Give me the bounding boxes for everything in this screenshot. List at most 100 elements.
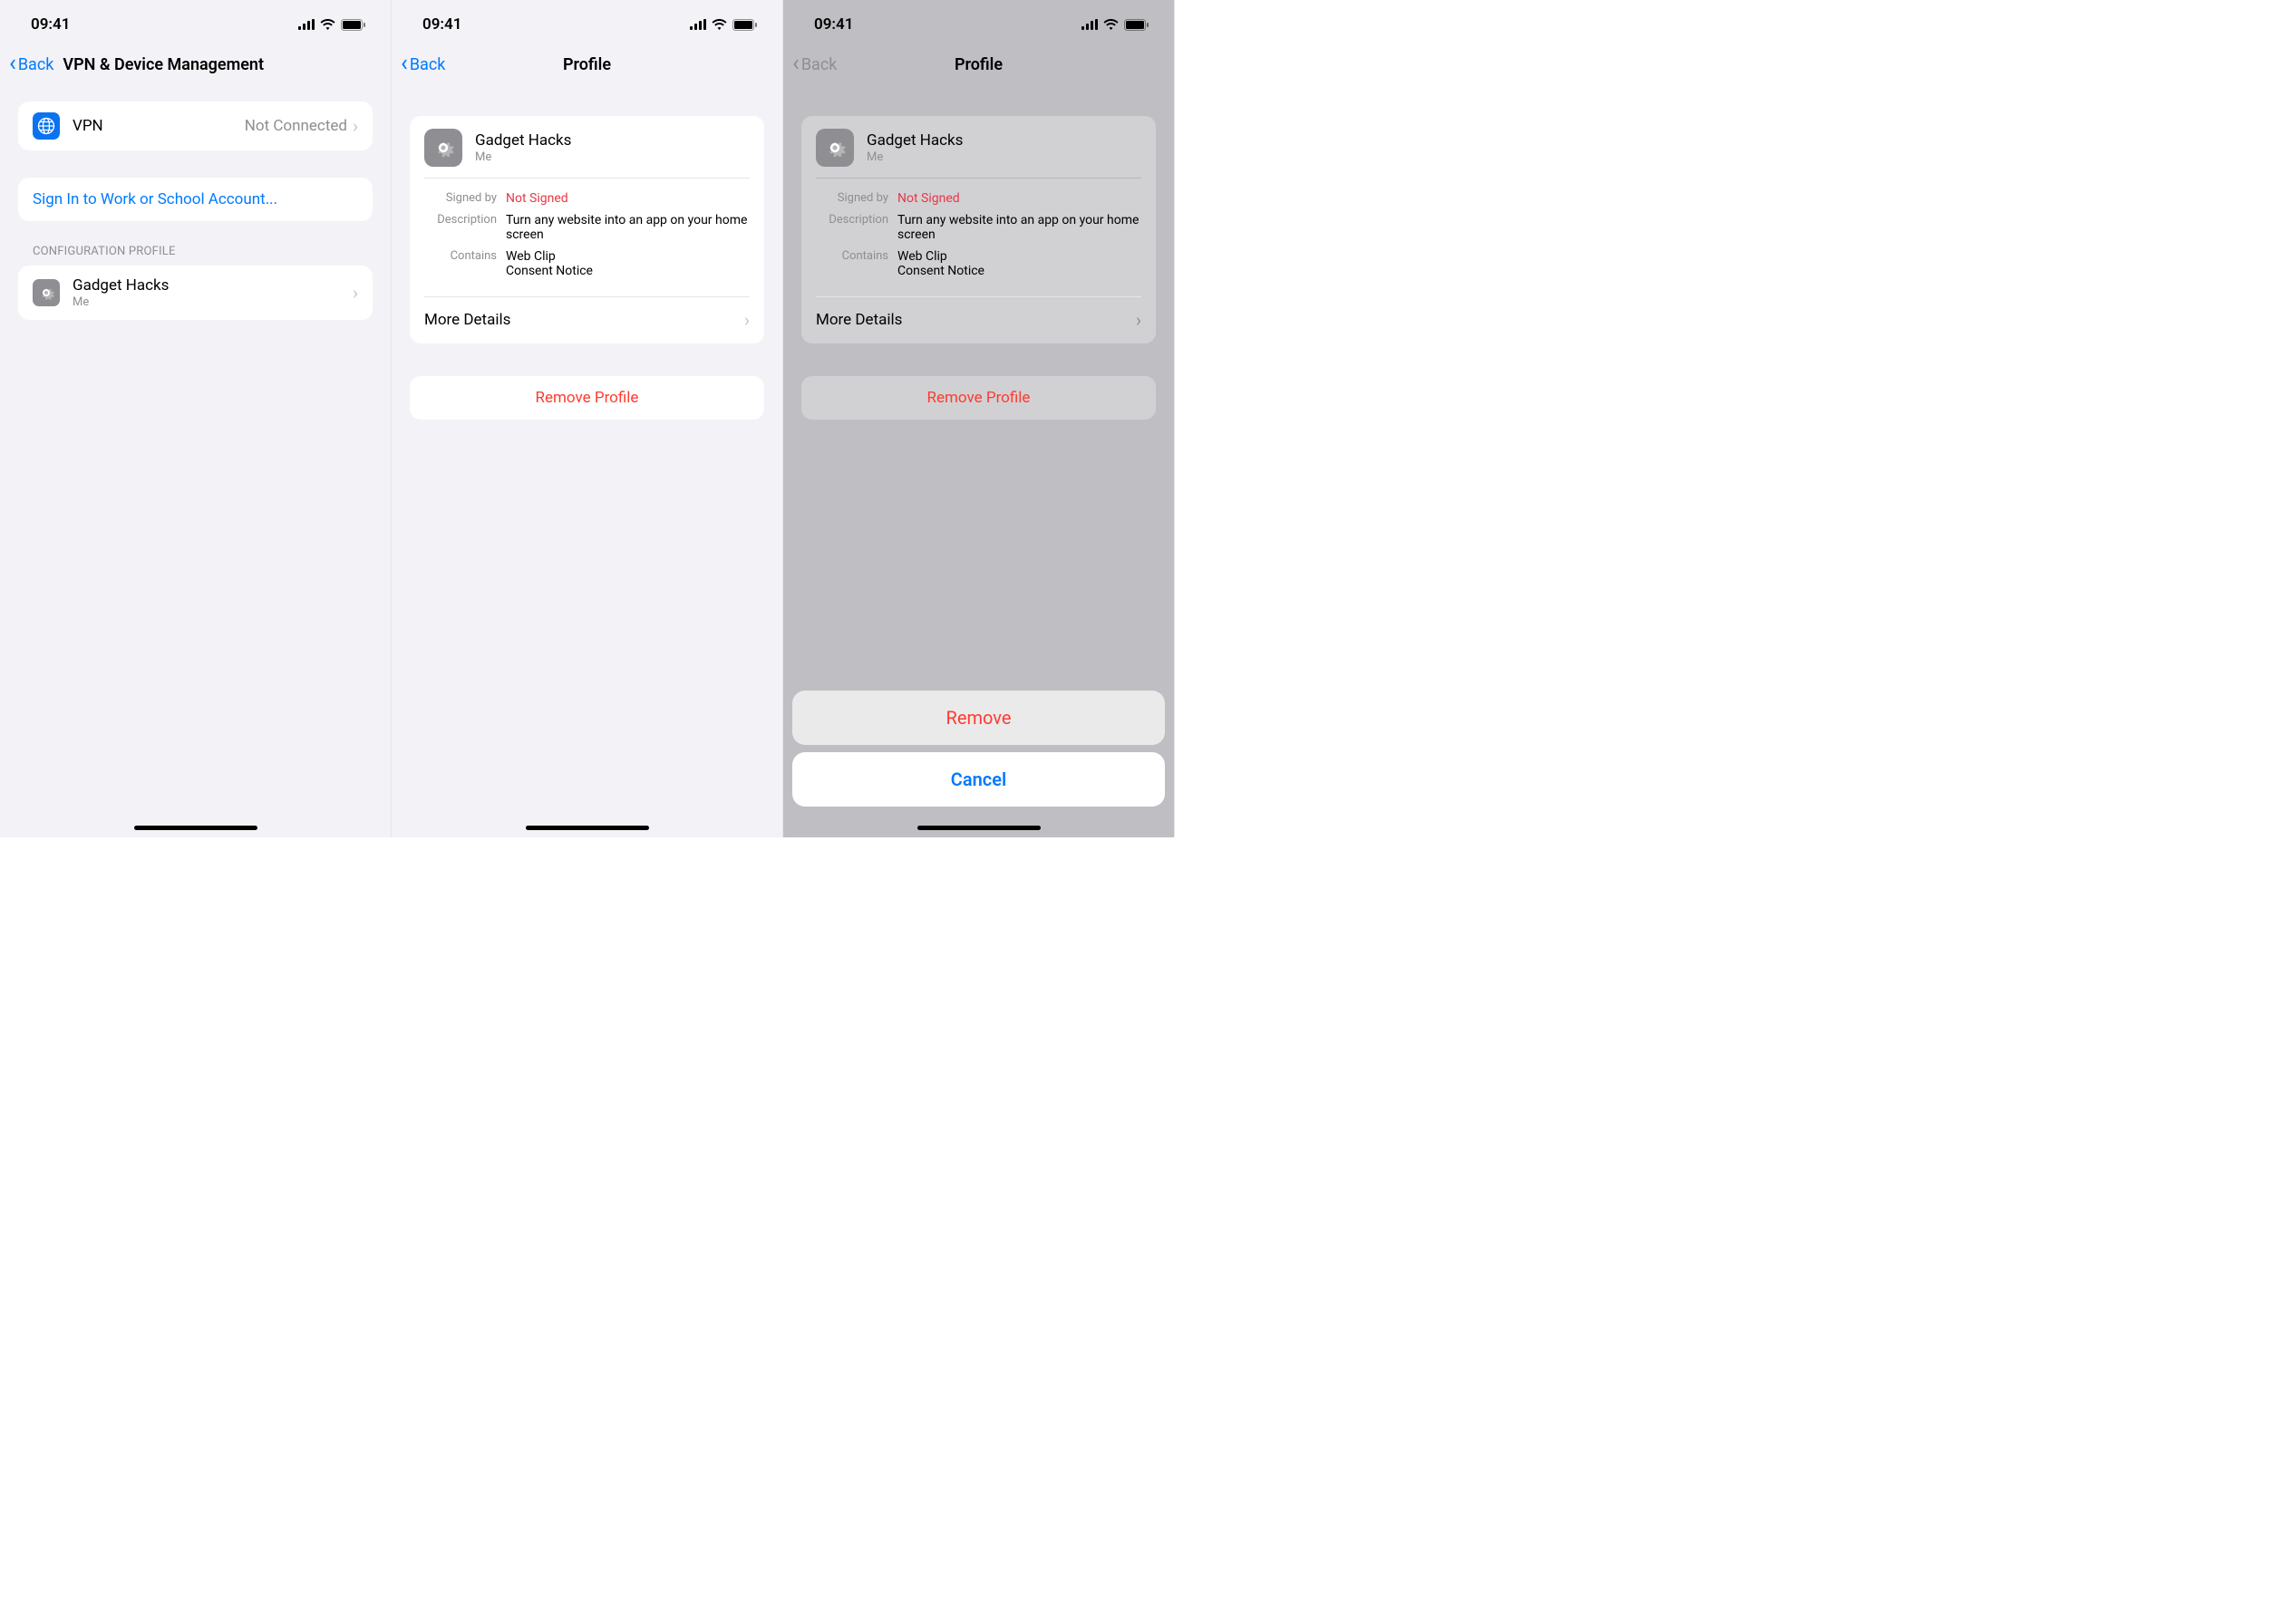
more-details-label: More Details xyxy=(424,311,510,329)
more-details-button: More Details › xyxy=(801,296,1156,343)
signin-card: Sign In to Work or School Account... xyxy=(18,178,373,221)
gear-icon xyxy=(424,129,462,167)
home-indicator[interactable] xyxy=(134,826,257,830)
wifi-icon xyxy=(712,19,727,30)
nav-bar: ‹ Back VPN & Device Management xyxy=(0,44,391,85)
profile-author: Me xyxy=(867,150,963,164)
more-details-label: More Details xyxy=(816,311,902,329)
more-details-button[interactable]: More Details › xyxy=(410,296,764,343)
back-label: Back xyxy=(410,55,446,74)
signin-button[interactable]: Sign In to Work or School Account... xyxy=(18,178,373,221)
page-title: Profile xyxy=(392,55,782,74)
gear-icon xyxy=(33,279,60,306)
cellular-icon xyxy=(1081,19,1098,30)
back-label: Back xyxy=(801,55,838,74)
globe-icon xyxy=(33,112,60,140)
chevron-right-icon: › xyxy=(353,115,358,137)
divider xyxy=(424,178,750,179)
description-label: Description xyxy=(816,213,888,242)
description-value: Turn any website into an app on your hom… xyxy=(506,213,750,242)
contains-label: Contains xyxy=(816,249,888,278)
cellular-icon xyxy=(690,19,706,30)
vpn-label: VPN xyxy=(73,117,245,135)
chevron-left-icon: ‹ xyxy=(792,52,800,75)
divider xyxy=(816,178,1141,179)
remove-profile-label: Remove Profile xyxy=(536,389,639,407)
profile-header: Gadget Hacks Me xyxy=(801,116,1156,178)
description-label: Description xyxy=(424,213,497,242)
signed-by-label: Signed by xyxy=(424,191,497,206)
profile-author: Me xyxy=(73,295,353,309)
page-title: Profile xyxy=(783,55,1174,74)
sheet-remove-button[interactable]: Remove xyxy=(792,691,1165,745)
remove-profile-label: Remove Profile xyxy=(927,389,1031,407)
remove-profile-button[interactable]: Remove Profile xyxy=(410,376,764,420)
status-time: 09:41 xyxy=(422,15,461,34)
contains-value-2: Consent Notice xyxy=(506,264,750,278)
profile-name: Gadget Hacks xyxy=(867,131,963,150)
status-icons xyxy=(690,19,757,31)
gear-icon xyxy=(816,129,854,167)
section-header-config-profile: CONFIGURATION PROFILE xyxy=(18,221,373,266)
chevron-left-icon: ‹ xyxy=(9,52,16,75)
signed-by-value: Not Signed xyxy=(897,191,1141,206)
status-icons xyxy=(1081,19,1149,31)
screen-profile-action-sheet: 09:41 ‹ Back Profile Gadget Hacks Me xyxy=(783,0,1175,837)
detail-rows: Signed by Not Signed Description Turn an… xyxy=(410,178,764,291)
back-button[interactable]: ‹ Back xyxy=(401,53,445,75)
page-title: VPN & Device Management xyxy=(63,55,264,74)
contains-row: Contains Web Clip Consent Notice xyxy=(816,246,1141,282)
wifi-icon xyxy=(1103,19,1119,30)
content: Gadget Hacks Me Signed by Not Signed Des… xyxy=(392,116,782,420)
back-label: Back xyxy=(18,55,54,74)
home-indicator[interactable] xyxy=(917,826,1041,830)
contains-value-1: Web Clip xyxy=(506,249,750,264)
action-sheet: Remove Cancel xyxy=(792,691,1165,807)
vpn-row[interactable]: VPN Not Connected › xyxy=(18,102,373,150)
battery-icon xyxy=(341,19,365,31)
detail-rows: Signed by Not Signed Description Turn an… xyxy=(801,178,1156,291)
wifi-icon xyxy=(320,19,335,30)
contains-value-2: Consent Notice xyxy=(897,264,1141,278)
vpn-value: Not Connected xyxy=(245,117,347,135)
contains-label: Contains xyxy=(424,249,497,278)
status-bar: 09:41 xyxy=(783,0,1174,44)
contains-value: Web Clip Consent Notice xyxy=(897,249,1141,278)
content: Gadget Hacks Me Signed by Not Signed Des… xyxy=(783,116,1174,420)
nav-bar: ‹ Back Profile xyxy=(392,44,782,85)
contains-row: Contains Web Clip Consent Notice xyxy=(424,246,750,282)
profile-row[interactable]: Gadget Hacks Me › xyxy=(18,266,373,320)
home-indicator[interactable] xyxy=(526,826,649,830)
status-bar: 09:41 xyxy=(392,0,782,44)
signed-by-row: Signed by Not Signed xyxy=(816,188,1141,209)
status-time: 09:41 xyxy=(31,15,70,34)
screen-profile: 09:41 ‹ Back Profile Gadget Hacks Me xyxy=(392,0,783,837)
vpn-card: VPN Not Connected › xyxy=(18,102,373,150)
profile-detail-card: Gadget Hacks Me Signed by Not Signed Des… xyxy=(410,116,764,343)
sheet-cancel-button[interactable]: Cancel xyxy=(792,752,1165,807)
status-bar: 09:41 xyxy=(0,0,391,44)
back-button[interactable]: ‹ Back xyxy=(9,53,53,75)
status-icons xyxy=(298,19,365,31)
remove-profile-button: Remove Profile xyxy=(801,376,1156,420)
profile-card: Gadget Hacks Me › xyxy=(18,266,373,320)
profile-name: Gadget Hacks xyxy=(475,131,571,150)
profile-author: Me xyxy=(475,150,571,164)
chevron-right-icon: › xyxy=(744,309,750,331)
profile-name: Gadget Hacks xyxy=(73,276,353,295)
battery-icon xyxy=(1124,19,1149,31)
description-row: Description Turn any website into an app… xyxy=(816,209,1141,246)
screen-vpn-device-management: 09:41 ‹ Back VPN & Device Management VPN… xyxy=(0,0,392,837)
action-sheet-group: Remove xyxy=(792,691,1165,745)
nav-bar: ‹ Back Profile xyxy=(783,44,1174,85)
contains-value: Web Clip Consent Notice xyxy=(506,249,750,278)
description-row: Description Turn any website into an app… xyxy=(424,209,750,246)
chevron-right-icon: › xyxy=(353,282,358,304)
profile-detail-card: Gadget Hacks Me Signed by Not Signed Des… xyxy=(801,116,1156,343)
signed-by-value: Not Signed xyxy=(506,191,750,206)
contains-value-1: Web Clip xyxy=(897,249,1141,264)
signed-by-label: Signed by xyxy=(816,191,888,206)
signed-by-row: Signed by Not Signed xyxy=(424,188,750,209)
profile-header: Gadget Hacks Me xyxy=(410,116,764,178)
cellular-icon xyxy=(298,19,315,30)
